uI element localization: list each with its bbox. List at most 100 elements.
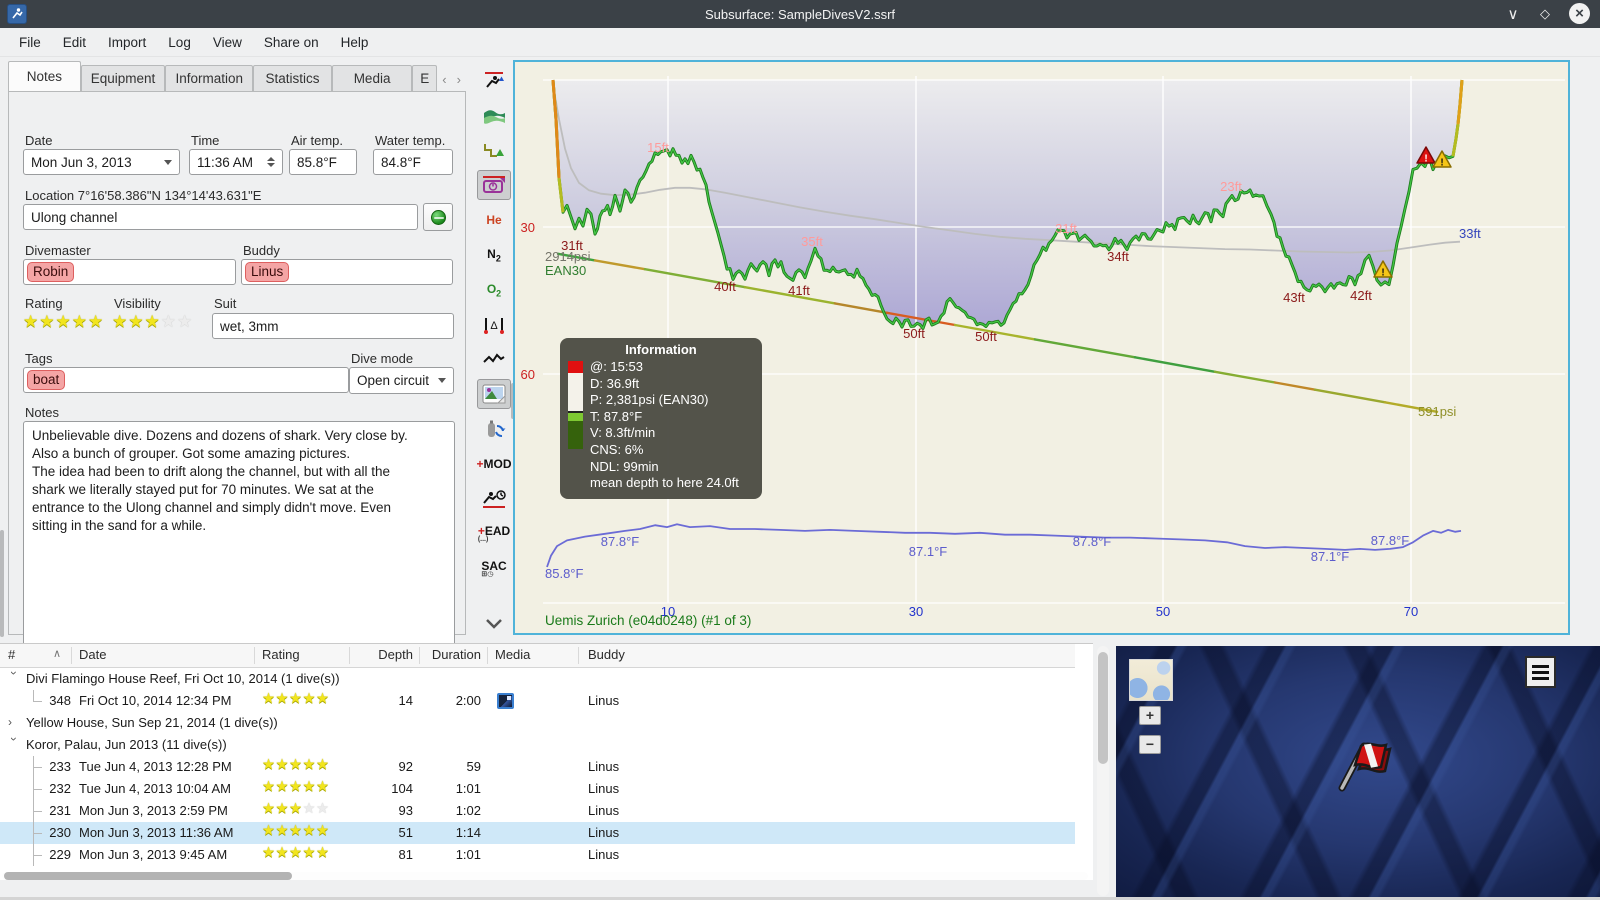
dive-rating-stars: ★★★★★ [262, 779, 330, 795]
toggle-phe-icon[interactable]: He [477, 205, 511, 235]
water-temp-field[interactable]: 84.8°F [373, 149, 453, 175]
toggle-ruler-icon[interactable]: Δ [477, 310, 511, 340]
menu-item-log[interactable]: Log [157, 31, 202, 54]
dive-row[interactable]: 233 Tue Jun 4, 2013 12:28 PM ★★★★★ 92 59 Linu… [0, 756, 1075, 778]
collapse-arrow-icon[interactable]: › [7, 671, 21, 683]
column-header-num[interactable]: # [8, 647, 15, 662]
app-icon [7, 4, 27, 24]
map-zoom-out-button[interactable]: − [1139, 735, 1161, 754]
expand-arrow-icon[interactable]: › [8, 715, 20, 729]
toggle-dc-ceiling-icon[interactable] [477, 66, 511, 96]
map-location-button[interactable] [423, 203, 453, 231]
svg-text:23ft: 23ft [1220, 179, 1242, 194]
svg-text:50ft: 50ft [903, 326, 925, 341]
toggle-photos-icon[interactable] [477, 379, 511, 410]
tab-media[interactable]: Media [331, 65, 413, 92]
scrollbar-thumb[interactable] [1098, 652, 1108, 764]
buddy-input[interactable]: Linus [241, 259, 453, 285]
dive-profile-chart[interactable]: 30 60 10 30 50 70 15ft 35ft 31ft 23ft 31ft 40ft 41ft… [513, 60, 1570, 635]
visibility-stars[interactable]: ★★★★★ [112, 312, 193, 332]
column-separator [419, 647, 420, 664]
suit-input[interactable]: wet, 3mm [212, 313, 454, 339]
column-header-date[interactable]: Date [79, 647, 106, 662]
menu-item-help[interactable]: Help [330, 31, 380, 54]
toggle-ead-icon[interactable]: +EAD (...) [477, 518, 511, 548]
tab-scroll-right-icon[interactable]: › [452, 68, 466, 90]
map-overview-thumbnail[interactable] [1129, 659, 1173, 701]
toggle-po2-icon[interactable]: O2 [477, 275, 511, 305]
dive-trip-row[interactable]: › Yellow House, Sun Sep 21, 2014 (1 dive(… [0, 712, 1075, 734]
tags-input[interactable]: boat [23, 367, 349, 393]
column-header-rating[interactable]: Rating [262, 647, 300, 662]
dive-list-header[interactable]: # Date Rating Depth Duration Media Buddy ∧ [0, 644, 1075, 668]
dive-trip-row[interactable]: › Koror, Palau, Jun 2013 (11 dive(s)) [0, 734, 1075, 756]
tags-label: Tags [25, 351, 53, 366]
tab-information[interactable]: Information [165, 65, 254, 92]
map-menu-button[interactable] [1525, 656, 1556, 688]
dive-buddy: Linus [588, 781, 620, 796]
toggle-heart-rate-icon[interactable] [477, 344, 511, 374]
toggle-sac-icon[interactable]: SAC ⊞◷ [477, 553, 511, 583]
column-header-duration[interactable]: Duration [419, 647, 481, 662]
tab-scroll-left-icon[interactable]: ‹ [437, 68, 451, 90]
media-icon[interactable] [497, 693, 514, 709]
menu-item-file[interactable]: File [8, 31, 52, 54]
dive-depth: 93 [398, 803, 413, 818]
globe-icon [430, 209, 446, 225]
dive-row[interactable]: 232 Tue Jun 4, 2013 10:04 AM ★★★★★ 104 1:01 L… [0, 778, 1075, 800]
menu-item-import[interactable]: Import [97, 31, 157, 54]
dive-row[interactable]: 229 Mon Jun 3, 2013 9:45 AM ★★★★★ 81 1:01 Lin… [0, 844, 1075, 866]
tab-notes[interactable]: Notes [8, 61, 81, 92]
toggle-ndl-icon[interactable] [477, 484, 511, 514]
panel-scrollbar[interactable] [0, 530, 4, 637]
notes-textarea[interactable]: Unbelievable dive. Dozens and dozens of … [23, 421, 455, 647]
dive-mode-select[interactable]: Open circuit [349, 367, 454, 394]
tab-equipment[interactable]: Equipment [80, 65, 166, 92]
column-header-media[interactable]: Media [495, 647, 530, 662]
dive-trip-row[interactable]: › Divi Flamingo House Reef, Fri Oct 10, 2… [0, 668, 1075, 690]
column-header-depth[interactable]: Depth [349, 647, 413, 662]
dive-row[interactable]: 231 Mon Jun 3, 2013 2:59 PM ★★★★★ 93 1:02 Lin… [0, 800, 1075, 822]
tab-statistics[interactable]: Statistics [253, 65, 332, 92]
dive-flag-marker[interactable] [1328, 726, 1394, 796]
menu-item-share-on[interactable]: Share on [253, 31, 330, 54]
dive-list-horizontal-scrollbar[interactable] [2, 872, 1088, 880]
tab-e[interactable]: E [412, 65, 438, 92]
date-label: Date [25, 133, 53, 148]
minimize-button[interactable]: ∨ [1502, 3, 1524, 25]
dive-row[interactable]: 230 Mon Jun 3, 2013 11:36 AM ★★★★★ 51 1:14 Li… [0, 822, 1075, 844]
toggle-mod-icon[interactable]: +MOD [477, 449, 512, 479]
collapse-arrow-icon[interactable]: › [7, 737, 21, 749]
divemaster-chip[interactable]: Robin [27, 262, 75, 282]
time-spinbox[interactable]: 11:36 AM [189, 149, 283, 175]
dive-row[interactable]: 348 Fri Oct 10, 2014 12:34 PM ★★★★★ 14 2:00 L… [0, 690, 1075, 712]
dive-list-vertical-scrollbar[interactable] [1097, 646, 1109, 896]
toggle-calculated-ceiling-icon[interactable] [477, 101, 511, 131]
spinner-arrows-icon[interactable] [267, 157, 275, 167]
maximize-button[interactable]: ◇ [1534, 3, 1556, 25]
rating-stars[interactable]: ★★★★★ [23, 312, 104, 332]
toggle-dc-reported-ceiling-icon[interactable] [477, 170, 511, 201]
title-bar[interactable]: Subsurface: SampleDivesV2.ssrf ∨ ◇ × [0, 0, 1600, 28]
menu-item-edit[interactable]: Edit [52, 31, 97, 54]
close-button[interactable]: × [1569, 3, 1590, 24]
collapse-toolbar-icon[interactable] [477, 608, 511, 638]
air-temp-field[interactable]: 85.8°F [289, 149, 357, 175]
toggle-tank-bar-icon[interactable] [477, 414, 511, 444]
toggle-ceiling-3m-icon[interactable] [477, 136, 511, 166]
tag-chip[interactable]: boat [27, 370, 66, 390]
date-combobox[interactable]: Mon Jun 3, 2013 [23, 149, 180, 175]
toggle-pn2-icon[interactable]: N2 [477, 240, 511, 270]
rating-label: Rating [25, 296, 63, 311]
scrollbar-thumb[interactable] [4, 872, 292, 880]
dive-duration: 59 [466, 759, 481, 774]
buddy-chip[interactable]: Linus [245, 262, 290, 282]
divemaster-input[interactable]: Robin [23, 259, 236, 285]
column-header-buddy[interactable]: Buddy [588, 647, 625, 662]
menu-item-view[interactable]: View [202, 31, 253, 54]
map-zoom-in-button[interactable]: + [1139, 706, 1161, 725]
location-input[interactable]: Ulong channel [23, 204, 418, 230]
dive-number: 229 [49, 847, 71, 862]
dive-site-map[interactable]: + − [1116, 646, 1600, 897]
svg-text:60: 60 [521, 367, 535, 382]
